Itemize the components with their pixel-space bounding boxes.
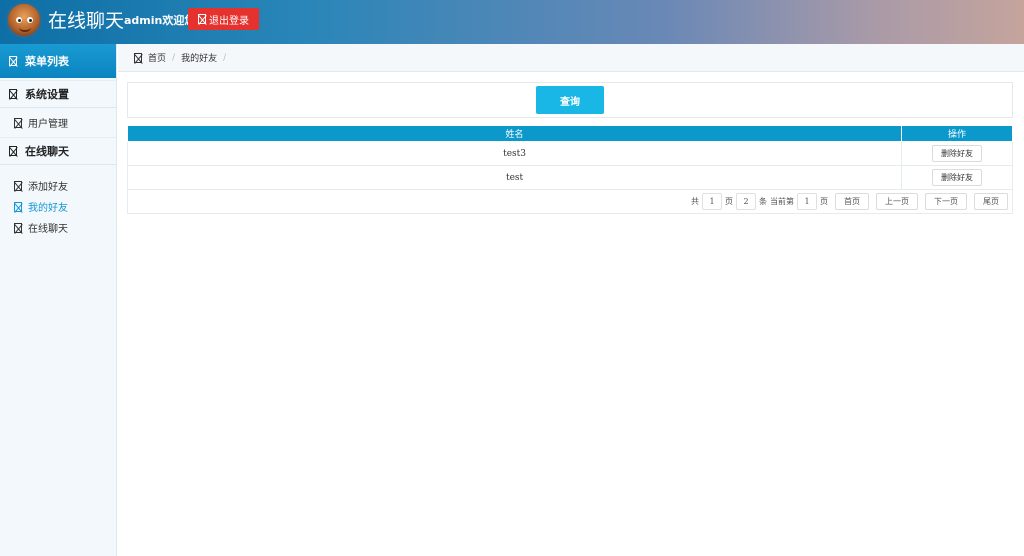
pager-current-unit: 页: [820, 197, 828, 206]
breadcrumb: 首页 / 我的好友 /: [118, 44, 1024, 72]
top-header: 在线聊天 admin欢迎您! 退出登录: [0, 0, 1024, 44]
column-header-action: 操作: [901, 125, 1013, 142]
query-panel: 查询: [127, 82, 1013, 118]
pager-current-page: 1: [797, 193, 817, 210]
table-header-row: 姓名 操作: [126, 125, 1013, 142]
chat-icon: [14, 222, 22, 233]
chat-group-icon: [9, 146, 17, 156]
sidebar: 菜单列表 系统设置 用户管理 在线聊天 添加好友 我的好友 在线聊天: [0, 44, 117, 556]
sidebar-item-label: 添加好友: [28, 182, 68, 193]
user-icon: [14, 117, 22, 128]
breadcrumb-current: 我的好友: [181, 54, 218, 64]
column-header-name: 姓名: [126, 125, 903, 142]
sidebar-group-label: 系统设置: [25, 88, 69, 101]
sidebar-menu-header: 菜单列表: [0, 44, 116, 78]
pager-total-items: 2: [736, 193, 756, 210]
last-page-button[interactable]: 尾页: [974, 193, 1008, 210]
delete-friend-button[interactable]: 删除好友: [932, 145, 983, 162]
pagination: 共 1 页 2 条 当前第 1 页 首页 上一页 下一页 尾页: [127, 190, 1013, 214]
breadcrumb-home[interactable]: 首页: [148, 51, 166, 64]
pager-pages-unit: 页: [725, 197, 733, 206]
pager-items-unit: 条: [759, 197, 767, 206]
menu-icon: [9, 56, 17, 66]
sidebar-item-label: 在线聊天: [28, 224, 68, 235]
sidebar-group-chat[interactable]: 在线聊天: [0, 137, 116, 165]
sidebar-group-settings[interactable]: 系统设置: [0, 80, 116, 108]
first-page-button[interactable]: 首页: [835, 193, 869, 210]
cell-name: test: [126, 165, 903, 190]
prev-page-button[interactable]: 上一页: [876, 193, 918, 210]
logout-icon: [198, 14, 206, 24]
add-friend-icon: [14, 180, 22, 191]
pager-total-pages: 1: [702, 193, 722, 210]
home-icon: [134, 52, 142, 63]
sidebar-item-online-chat[interactable]: 在线聊天: [0, 217, 116, 238]
friends-icon: [14, 201, 22, 212]
sidebar-menu-title: 菜单列表: [25, 55, 69, 68]
friends-table: 姓名 操作 test3 删除好友 test 删除好友: [126, 125, 1013, 190]
sidebar-item-user-management[interactable]: 用户管理: [0, 112, 116, 133]
delete-friend-button[interactable]: 删除好友: [932, 169, 983, 186]
breadcrumb-separator: /: [223, 52, 227, 63]
sidebar-group-label: 在线聊天: [25, 145, 69, 158]
next-page-button[interactable]: 下一页: [925, 193, 967, 210]
avatar: [6, 2, 42, 38]
settings-icon: [9, 89, 17, 99]
cell-action: 删除好友: [901, 141, 1013, 166]
cell-name: test3: [126, 141, 903, 166]
cell-action: 删除好友: [901, 165, 1013, 190]
sidebar-item-my-friends[interactable]: 我的好友: [0, 196, 116, 217]
sidebar-item-label: 用户管理: [28, 119, 68, 130]
logout-button[interactable]: 退出登录: [188, 8, 259, 30]
sidebar-item-add-friend[interactable]: 添加好友: [0, 175, 116, 196]
table-row: test 删除好友: [126, 165, 1013, 190]
breadcrumb-separator: /: [172, 52, 176, 63]
table-row: test3 删除好友: [126, 141, 1013, 166]
logout-label: 退出登录: [209, 15, 249, 27]
pager-total-prefix: 共: [691, 197, 699, 206]
query-button[interactable]: 查询: [536, 86, 604, 114]
app-title: 在线聊天: [48, 10, 125, 32]
sidebar-item-label: 我的好友: [28, 203, 68, 214]
pager-current-prefix: 当前第: [770, 197, 794, 206]
